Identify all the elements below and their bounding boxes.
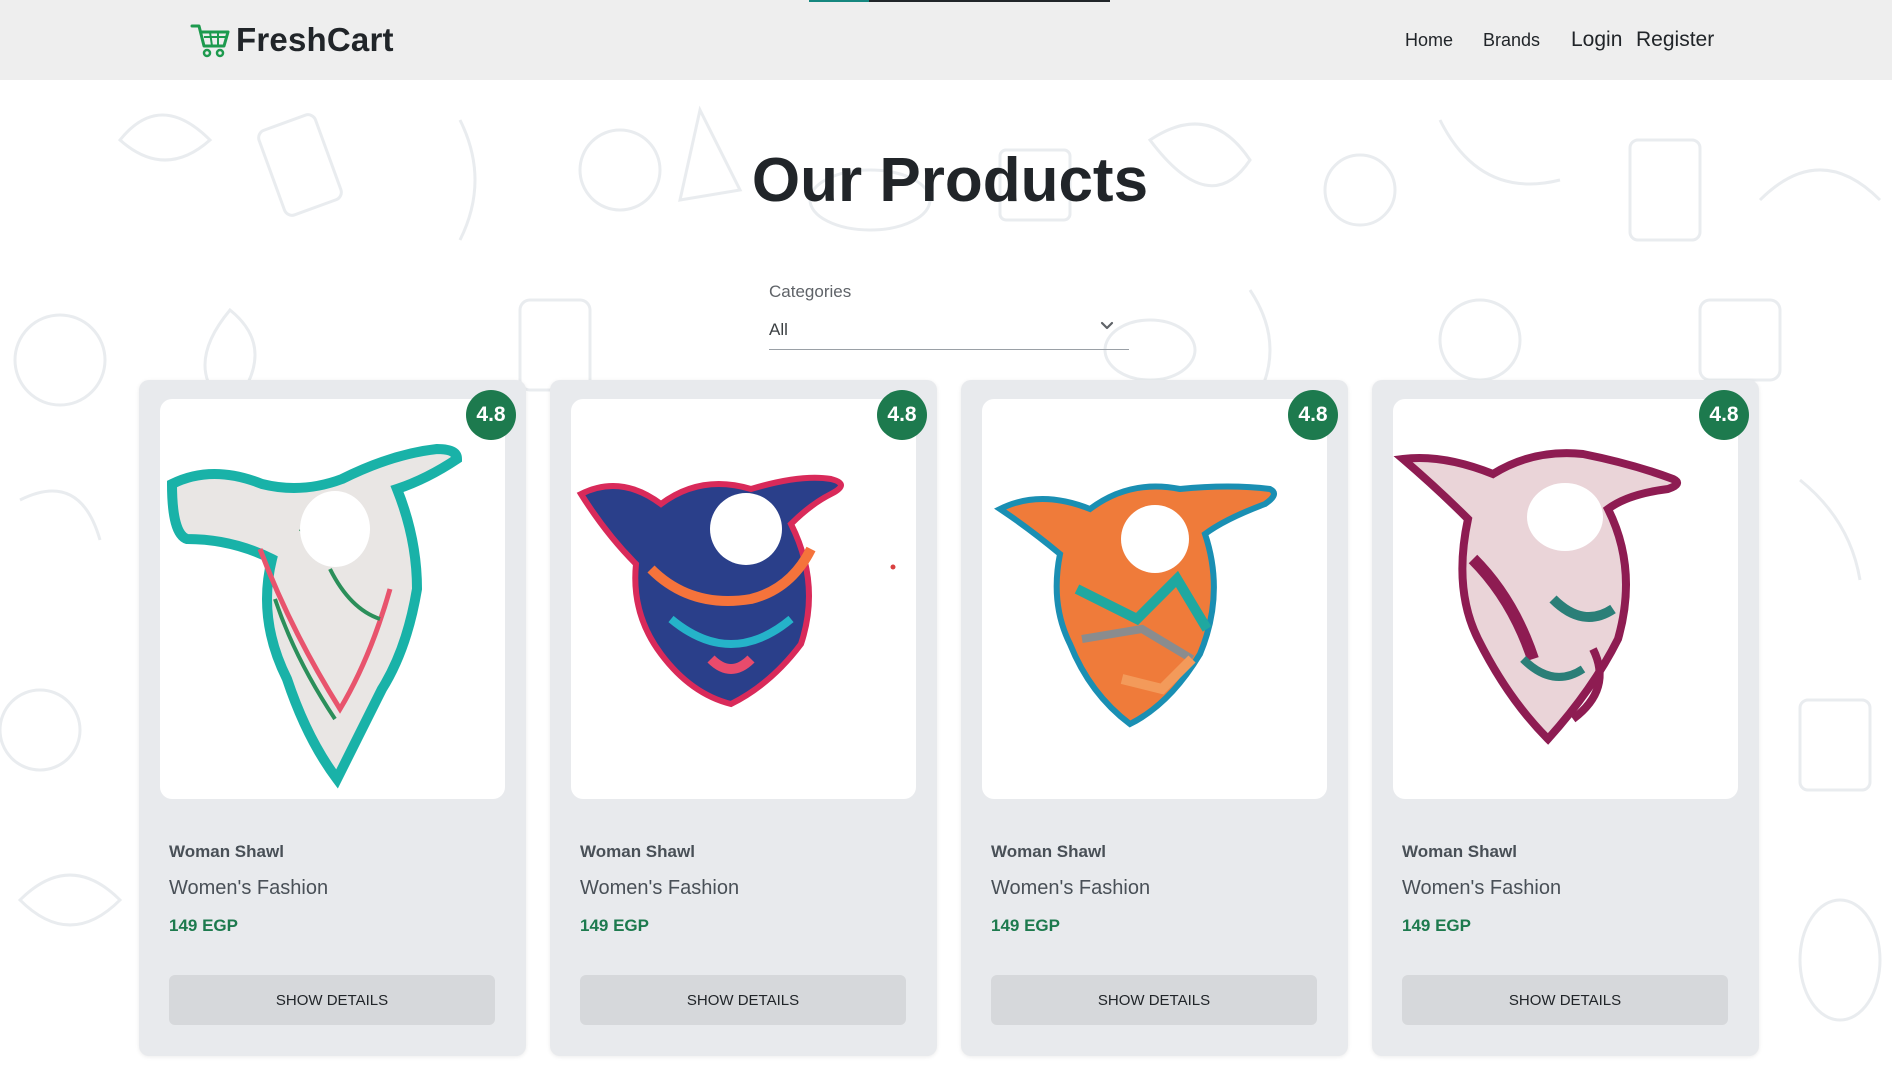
category-select[interactable]: Categories All — [769, 282, 1129, 350]
product-name: Woman Shawl — [580, 842, 695, 861]
nav-home-link[interactable]: Home — [1405, 30, 1453, 51]
brand-name: FreshCart — [236, 21, 394, 58]
product-name: Woman Shawl — [1402, 842, 1517, 861]
show-details-button[interactable]: SHOW DETAILS — [991, 975, 1317, 1025]
shawl-image-orange — [994, 483, 1277, 728]
show-details-button[interactable]: SHOW DETAILS — [169, 975, 495, 1025]
rating-badge: 4.8 — [1288, 390, 1338, 440]
shawl-image-magenta — [1393, 449, 1681, 745]
product-card[interactable]: 4.8 Woman Shawl Women's Fashion 149 EGP … — [1372, 380, 1759, 1056]
product-name: Woman Shawl — [991, 842, 1106, 861]
navbar: FreshCart Home Brands Login Register — [0, 0, 1892, 80]
brand-logo[interactable]: FreshCart — [190, 20, 394, 60]
cart-icon — [190, 24, 230, 58]
products-grid: 4.8 Woman Shawl Women's Fashion 149 EGP … — [139, 380, 1759, 1056]
rating-badge: 4.8 — [877, 390, 927, 440]
product-image[interactable] — [982, 399, 1327, 799]
page-title: Our Products — [751, 146, 1149, 215]
nav-brands-link[interactable]: Brands — [1483, 30, 1540, 51]
category-underline — [769, 349, 1129, 350]
category-value: All — [769, 320, 788, 339]
product-card[interactable]: 4.8 Woman Shawl Women's Fashion 149 EGP … — [550, 380, 937, 1056]
show-details-button[interactable]: SHOW DETAILS — [580, 975, 906, 1025]
product-category: Women's Fashion — [1402, 877, 1562, 899]
product-image[interactable] — [571, 399, 916, 799]
show-details-button[interactable]: SHOW DETAILS — [1402, 975, 1728, 1025]
product-card[interactable]: 4.8 Woman Shawl Women's Fashion 149 EGP … — [139, 380, 526, 1056]
loading-bar — [809, 0, 1110, 2]
product-name: Woman Shawl — [169, 842, 284, 861]
product-price: 149 EGP — [1402, 916, 1471, 935]
product-image[interactable] — [1393, 399, 1738, 799]
shawl-image-teal — [166, 443, 463, 789]
product-category: Women's Fashion — [169, 877, 329, 899]
product-category: Women's Fashion — [991, 877, 1151, 899]
chevron-down-icon — [1100, 321, 1114, 330]
product-price: 149 EGP — [169, 916, 238, 935]
product-category: Women's Fashion — [580, 877, 740, 899]
product-image[interactable] — [160, 399, 505, 799]
product-card[interactable]: 4.8 Woman Shawl Women's Fashion 149 EGP … — [961, 380, 1348, 1056]
shawl-image-navy — [576, 474, 896, 708]
rating-badge: 4.8 — [466, 390, 516, 440]
nav-login-link[interactable]: Login — [1571, 28, 1622, 52]
nav-register-link[interactable]: Register — [1636, 28, 1714, 52]
product-price: 149 EGP — [991, 916, 1060, 935]
rating-badge: 4.8 — [1699, 390, 1749, 440]
product-price: 149 EGP — [580, 916, 649, 935]
category-label: Categories — [769, 282, 852, 301]
